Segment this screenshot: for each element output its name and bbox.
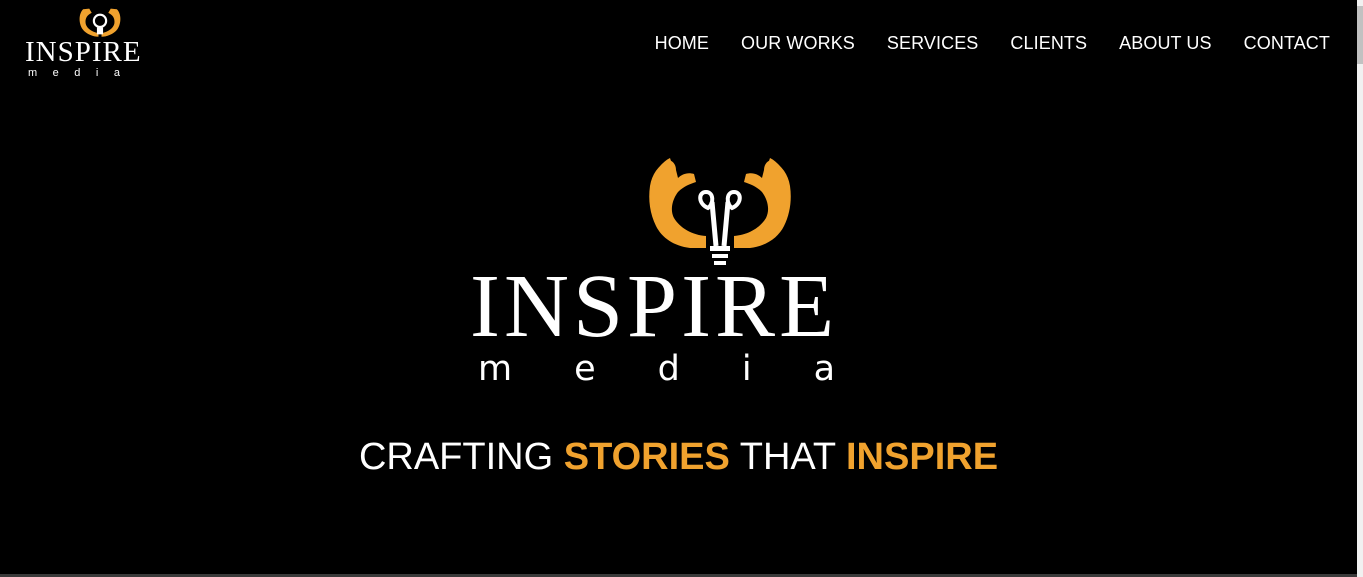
hero-logo-subtitle: media: [478, 349, 898, 389]
hero-logo-wordmark: INSPIRE: [470, 257, 839, 356]
scrollbar[interactable]: [1357, 0, 1363, 577]
header-logo[interactable]: INSPIRE media: [22, 6, 152, 82]
nav-home[interactable]: HOME: [655, 33, 709, 53]
hero-tagline: CRAFTING STORIES THAT INSPIRE: [0, 435, 1357, 479]
nav-clients[interactable]: CLIENTS: [1010, 33, 1087, 53]
nav-services[interactable]: SERVICES: [887, 33, 979, 53]
nav-contact[interactable]: CONTACT: [1244, 33, 1330, 53]
header-logo-subtitle: media: [28, 67, 136, 79]
page: INSPIRE media HOME OUR WORKS SERVICES CL…: [0, 0, 1363, 577]
hands-lightbulb-icon: [79, 8, 121, 37]
tagline-text-2: THAT: [729, 436, 846, 478]
tagline-text-1: CRAFTING: [358, 436, 564, 478]
tagline-accent-inspire: INSPIRE: [846, 436, 999, 478]
scrollbar-thumb[interactable]: [1357, 6, 1363, 64]
header-logo-wordmark: INSPIRE: [25, 36, 142, 68]
nav-our-works[interactable]: OUR WORKS: [741, 33, 855, 53]
nav-about-us[interactable]: ABOUT US: [1119, 33, 1212, 53]
main-nav: HOME OUR WORKS SERVICES CLIENTS ABOUT US…: [655, 33, 1330, 53]
tagline-accent-stories: STORIES: [563, 436, 730, 478]
